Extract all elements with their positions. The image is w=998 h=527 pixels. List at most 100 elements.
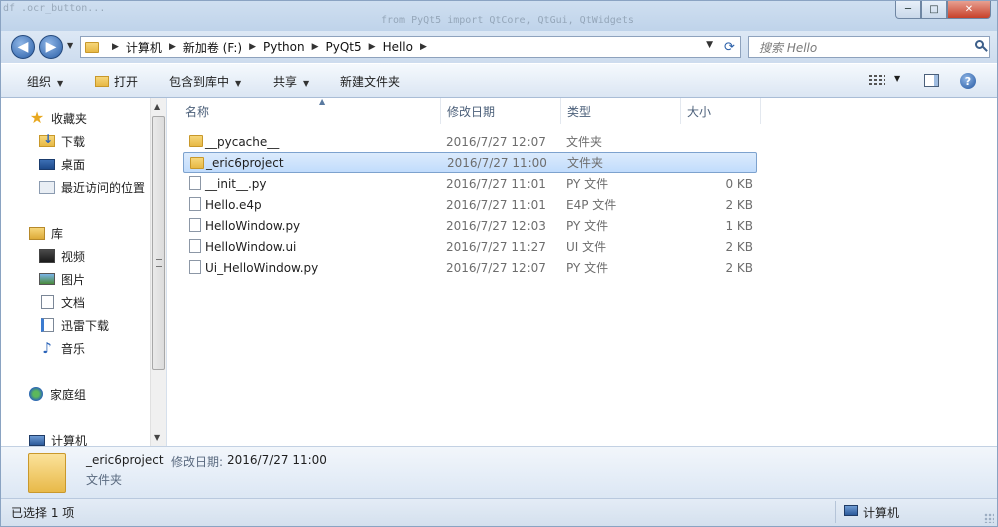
file-name: Ui_HelloWindow.py [205,260,319,275]
file-row-hello-e4p[interactable]: Hello.e4p 2016/7/27 11:01 E4P 文件 2 KB [183,194,757,215]
column-header-type[interactable]: 类型 [561,98,681,124]
breadcrumb-hello[interactable]: Hello [383,40,413,54]
nav-homegroup[interactable]: 家庭组 [29,384,86,404]
help-icon[interactable]: ? [960,73,976,89]
file-date: 2016/7/27 12:07 [446,134,546,149]
maximize-button[interactable]: □ [921,1,947,19]
nav-favorites[interactable]: ★ 收藏夹 [29,108,87,128]
nav-favorites-label: 收藏夹 [51,111,88,126]
share-menu[interactable]: 共享 ▼ [273,73,309,90]
chevron-right-icon[interactable]: ▶ [112,42,119,52]
forward-button[interactable]: ▶ [39,35,63,59]
libraries-icon [29,226,45,240]
file-icon [189,176,201,190]
file-date: 2016/7/27 11:27 [446,239,546,254]
chevron-down-icon: ▼ [303,79,310,88]
nav-item-xunlei-download[interactable]: 迅雷下载 [39,315,109,335]
nav-libraries[interactable]: 库 [29,223,63,243]
selection-count: 已选择 1 项 [11,506,75,520]
back-button[interactable]: ◀ [11,35,35,59]
status-bar: 已选择 1 项 计算机 [1,498,997,526]
file-icon [189,218,201,232]
new-folder-button[interactable]: 新建文件夹 [340,73,400,90]
nav-item-label: 音乐 [61,341,86,356]
column-header-date[interactable]: 修改日期 [441,98,561,124]
view-options-icon[interactable] [869,75,885,87]
nav-item-videos[interactable]: 视频 [39,246,85,266]
nav-item-label: 下载 [61,134,86,149]
column-date-label: 修改日期 [447,104,496,119]
column-header-size[interactable]: 大小 [681,98,761,124]
file-size: 1 KB [725,218,753,233]
scroll-up-icon[interactable]: ▲ [154,102,160,111]
refresh-button[interactable]: ⟳ [719,36,741,58]
file-name: Hello.e4p [205,197,262,212]
file-name: __pycache__ [205,134,280,149]
breadcrumb-drive-f[interactable]: 新加卷 (F:) [183,39,242,56]
nav-item-documents[interactable]: 文档 [39,292,85,312]
file-type: 文件夹 [566,135,603,149]
nav-item-pictures[interactable]: 图片 [39,269,85,289]
share-label: 共享 [273,75,298,89]
chevron-right-icon[interactable]: ▶ [249,42,256,52]
nav-item-desktop[interactable]: 桌面 [39,154,85,174]
minimize-button[interactable]: ─ [895,1,921,19]
file-name: HelloWindow.ui [205,239,297,254]
column-type-label: 类型 [567,104,592,119]
nav-item-label: 文档 [61,295,86,310]
chevron-down-icon: ▼ [235,79,242,88]
nav-item-recent-places[interactable]: 最近访问的位置 [39,177,145,197]
file-type: PY 文件 [566,219,609,233]
search-input[interactable] [757,38,961,58]
scroll-down-icon[interactable]: ▼ [154,433,160,442]
resize-grip-icon[interactable] [984,513,994,523]
file-type: 文件夹 [567,156,604,170]
file-icon [189,197,201,211]
scrollbar-thumb[interactable] [152,116,165,370]
file-row-eric6project[interactable]: _eric6project 2016/7/27 11:00 文件夹 [183,152,757,173]
include-in-library-menu[interactable]: 包含到库中 ▼ [169,73,241,90]
file-name: __init__.py [205,176,267,191]
address-bar[interactable]: ▶ 计算机 ▶ 新加卷 (F:) ▶ Python ▶ PyQt5 ▶ Hell… [80,36,740,58]
background-window-text: df .ocr_button... from PyQt5 import QtCo… [3,3,634,26]
file-row-init-py[interactable]: __init__.py 2016/7/27 11:01 PY 文件 0 KB [183,173,757,194]
organize-menu[interactable]: 组织 ▼ [27,73,63,90]
explorer-window: df .ocr_button... from PyQt5 import QtCo… [0,0,998,527]
recent-pages-dropdown-icon[interactable]: ▼ [67,41,73,50]
nav-item-label: 迅雷下载 [61,318,110,333]
details-item-name: _eric6project [86,453,164,467]
chevron-right-icon[interactable]: ▶ [312,42,319,52]
file-row-hellowindow-py[interactable]: HelloWindow.py 2016/7/27 12:03 PY 文件 1 K… [183,215,757,236]
downloads-icon [39,132,55,147]
breadcrumb-pyqt5[interactable]: PyQt5 [326,40,362,54]
open-button[interactable]: 打开 [95,73,138,90]
chevron-right-icon[interactable]: ▶ [369,42,376,52]
breadcrumb-computer[interactable]: 计算机 [126,39,162,56]
file-row-ui-hellowindow-py[interactable]: Ui_HelloWindow.py 2016/7/27 12:07 PY 文件 … [183,257,757,278]
column-header-name[interactable]: 名称 ▲ [179,97,441,124]
chevron-right-icon[interactable]: ▶ [420,42,427,52]
search-icon[interactable] [975,40,984,49]
file-row-hellowindow-ui[interactable]: HelloWindow.ui 2016/7/27 11:27 UI 文件 2 K… [183,236,757,257]
nav-item-downloads[interactable]: 下载 [39,131,85,151]
column-name-label: 名称 [185,104,210,119]
file-list: 名称 ▲ 修改日期 类型 大小 __pycache__ 2016/7/27 12:… [167,97,997,446]
open-label: 打开 [114,75,139,89]
large-folder-icon [28,453,66,493]
nav-scrollbar[interactable]: ▲ ▼ [150,98,166,446]
view-dropdown-icon[interactable]: ▼ [894,74,900,83]
breadcrumb-python[interactable]: Python [263,40,305,54]
nav-item-music[interactable]: ♪ 音乐 [39,338,85,358]
chevron-right-icon[interactable]: ▶ [169,42,176,52]
preview-pane-icon[interactable] [924,74,939,87]
nav-item-label: 桌面 [61,157,86,172]
search-box[interactable] [748,36,990,58]
computer-icon [29,434,45,446]
title-bar[interactable]: df .ocr_button... from PyQt5 import QtCo… [1,1,997,31]
sort-ascending-icon: ▲ [319,97,326,106]
column-size-label: 大小 [687,104,712,119]
pictures-icon [39,273,55,285]
address-history-dropdown-icon[interactable]: ▼ [706,40,713,50]
file-row-pycache[interactable]: __pycache__ 2016/7/27 12:07 文件夹 [183,131,757,152]
close-button[interactable]: ✕ [947,1,991,19]
